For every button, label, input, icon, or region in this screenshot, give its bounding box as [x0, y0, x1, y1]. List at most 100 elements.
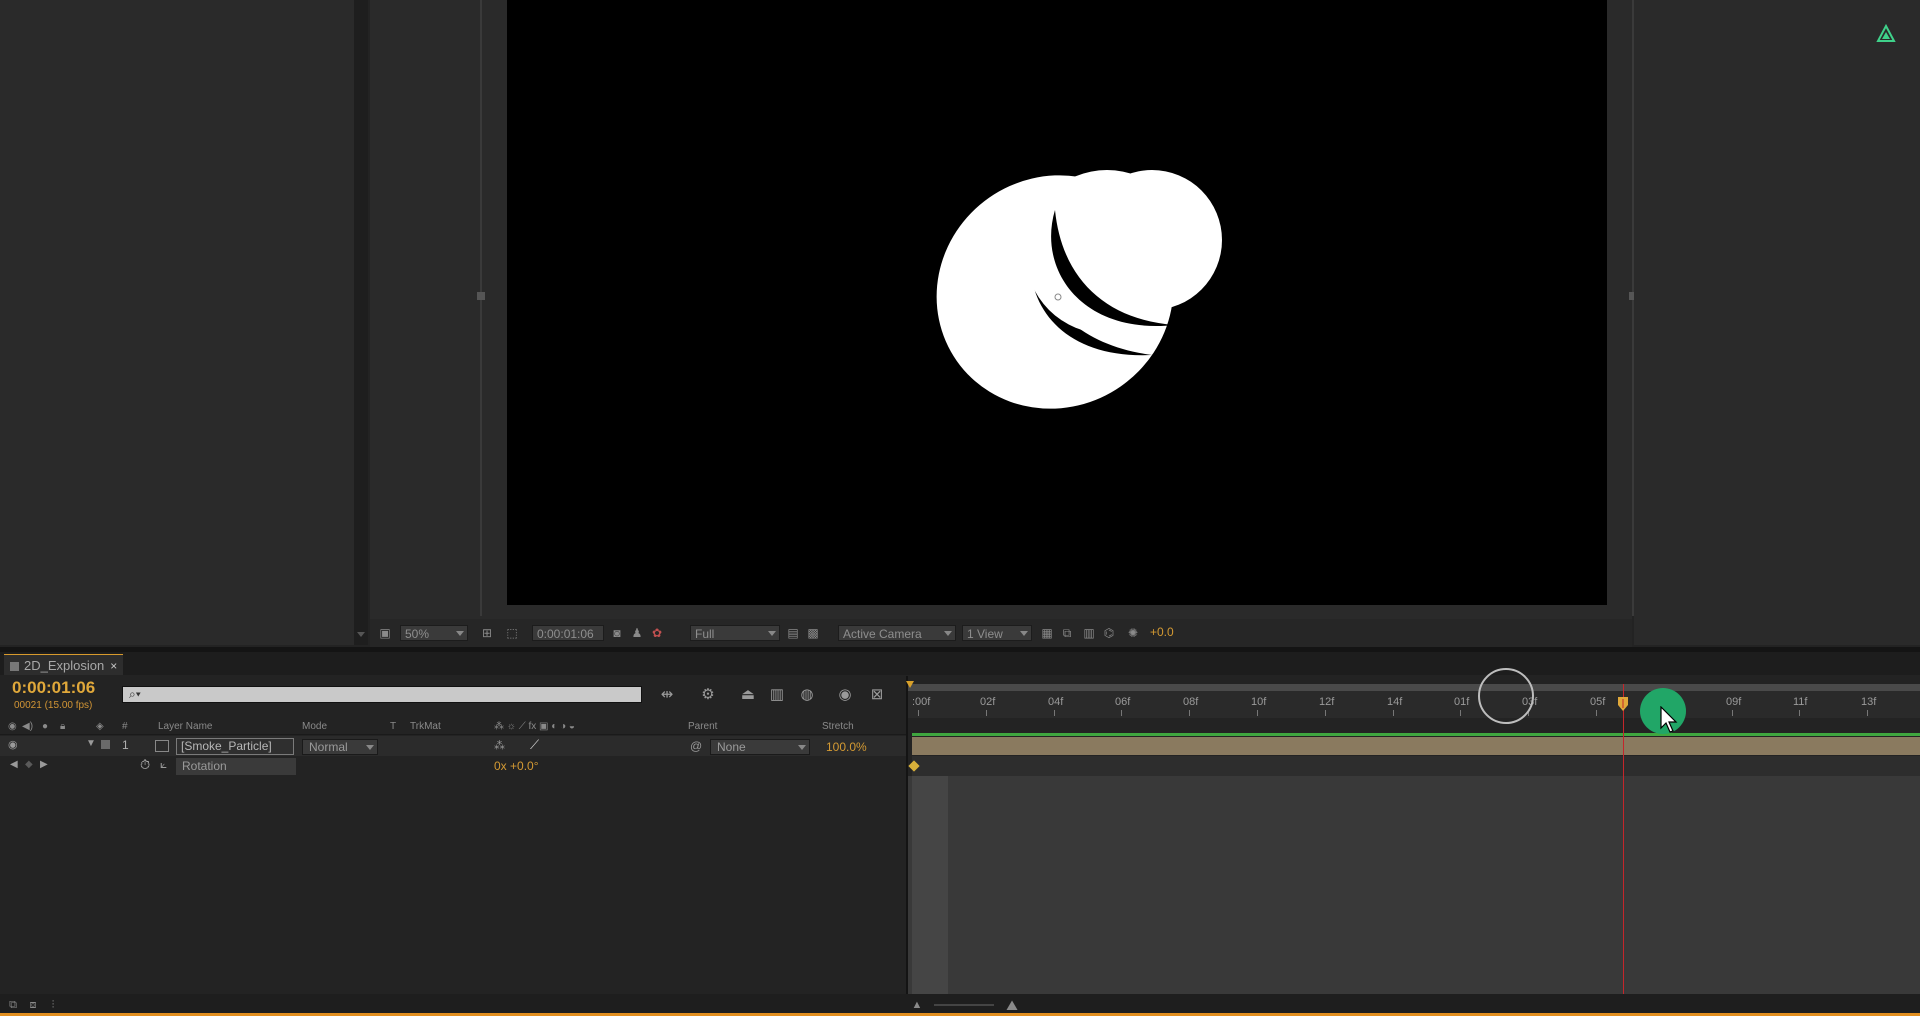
- current-time-display[interactable]: 0:00:01:06: [12, 678, 95, 698]
- timeline-toggle-icon[interactable]: ▥: [1082, 626, 1096, 640]
- quality-switch-icon[interactable]: ⟋: [530, 737, 539, 753]
- ruler-tick: [1325, 710, 1326, 716]
- add-keyframe-icon[interactable]: ◆: [25, 759, 33, 770]
- alert-triangle-icon: [1876, 24, 1896, 42]
- eye-icon[interactable]: ◉: [8, 721, 17, 732]
- header-divider: [0, 734, 906, 735]
- hide-shy-layers-icon[interactable]: ⏏: [737, 685, 759, 705]
- ruler-tick: [1121, 710, 1122, 716]
- project-scrollbar[interactable]: [354, 0, 368, 645]
- playhead-marker[interactable]: [1617, 697, 1629, 711]
- zoom-out-icon[interactable]: ▲: [910, 998, 924, 1012]
- zoom-slider[interactable]: [934, 1004, 994, 1006]
- layer-duration-bar[interactable]: [912, 737, 1920, 755]
- layer-search-input[interactable]: ⌕▾: [122, 686, 642, 703]
- rotation-property-label[interactable]: Rotation: [176, 758, 296, 775]
- region-of-interest-icon[interactable]: ⬚: [505, 626, 519, 640]
- resolution-dropdown[interactable]: Full: [690, 625, 780, 641]
- blend-mode-dropdown[interactable]: Normal: [302, 739, 378, 755]
- layer-visibility-eye-icon[interactable]: ◉: [8, 738, 18, 751]
- scroll-down-arrow-icon[interactable]: [357, 632, 365, 637]
- camera-view-value: Active Camera: [843, 627, 922, 641]
- viewer-footer-toolbar: ▣ 50% ⊞ ⬚ 0:00:01:06 ◙ ♟ ✿ Full ▤ ▩ Acti…: [370, 619, 1632, 647]
- stopwatch-icon[interactable]: ⏱: [140, 757, 150, 773]
- camera-view-dropdown[interactable]: Active Camera: [838, 625, 956, 641]
- parent-pickwhip-icon[interactable]: @: [690, 739, 702, 753]
- graph-editor-icon[interactable]: ◉: [834, 685, 856, 705]
- view-layout-value: 1 View: [967, 627, 1003, 641]
- stretch-value[interactable]: 100.0%: [826, 740, 867, 754]
- col-parent: Parent: [688, 721, 718, 732]
- magnification-dropdown[interactable]: 50%: [400, 625, 468, 641]
- col-mode: Mode: [302, 721, 328, 732]
- zoom-in-icon[interactable]: ⛰: [1005, 998, 1019, 1012]
- snapshot-camera-icon[interactable]: ◙: [610, 626, 624, 640]
- layer-expand-chevron-icon[interactable]: ▼: [86, 738, 96, 749]
- frame-blending-icon[interactable]: ▥: [766, 685, 788, 705]
- brainstorm-icon[interactable]: ⊠: [866, 685, 888, 705]
- toggle-pixel-aspect-icon[interactable]: ▦: [1040, 626, 1054, 640]
- layer-number: 1: [122, 738, 129, 752]
- view-layout-dropdown[interactable]: 1 View: [962, 625, 1032, 641]
- channel-rgb-icon[interactable]: ✿: [650, 626, 664, 640]
- graph-icon[interactable]: ⟀: [160, 757, 167, 772]
- ruler-tick-label: 12f: [1319, 696, 1335, 708]
- lock-icon[interactable]: 🔒︎: [60, 721, 65, 732]
- flowchart-icon[interactable]: ⌬: [1102, 626, 1116, 640]
- label-tag-icon[interactable]: ◈: [96, 721, 104, 732]
- exposure-value[interactable]: +0.0: [1150, 625, 1174, 639]
- rotation-value[interactable]: 0x +0.0°: [494, 759, 539, 773]
- property-track: [912, 756, 1920, 776]
- switches-header-icons: ⁂ ☼ ⟋ fx ▣ ◐ ◑ ◒: [494, 721, 575, 732]
- col-hash: #: [122, 721, 128, 732]
- parent-dropdown[interactable]: None: [710, 739, 810, 755]
- ruler-tick: [918, 710, 919, 716]
- ruler-tick: [986, 710, 987, 716]
- prev-keyframe-icon[interactable]: ◀: [10, 759, 18, 770]
- col-trkmat: TrkMat: [410, 721, 441, 732]
- col-layer-name[interactable]: Layer Name: [158, 721, 212, 732]
- ruler-tick: [1054, 710, 1055, 716]
- show-snapshot-icon[interactable]: ♟: [630, 626, 644, 640]
- current-time-field[interactable]: 0:00:01:06: [532, 625, 604, 641]
- reset-exposure-icon[interactable]: ✺: [1126, 626, 1140, 640]
- parent-value: None: [717, 740, 746, 754]
- in-out-toggle-icon[interactable]: ⫶: [46, 998, 60, 1012]
- ruler-tick-label: 06f: [1115, 696, 1131, 708]
- work-area-start-marker[interactable]: [905, 681, 915, 691]
- info-panel: [1634, 0, 1920, 645]
- always-preview-icon[interactable]: ▣: [378, 626, 392, 640]
- click-indicator-ring: [1478, 668, 1534, 724]
- layer-name-field[interactable]: [Smoke_Particle]: [176, 738, 294, 755]
- layer-label-color[interactable]: [101, 740, 110, 749]
- ruler-tick-label: 13f: [1861, 696, 1877, 708]
- viewer-left-handle[interactable]: [477, 292, 485, 300]
- solo-icon[interactable]: ●: [42, 721, 48, 732]
- ruler-tick: [1732, 710, 1733, 716]
- shy-switch-icon[interactable]: ⁂: [494, 739, 505, 752]
- composition-mini-flowchart-icon[interactable]: ⇹: [656, 685, 678, 705]
- ruler-tick-label: 14f: [1387, 696, 1403, 708]
- draft-3d-icon[interactable]: ⚙: [697, 685, 719, 705]
- safe-margins-icon[interactable]: ⊞: [480, 626, 494, 640]
- transfer-controls-toggle-icon[interactable]: ⧈: [26, 998, 40, 1012]
- close-tab-icon[interactable]: ×: [110, 659, 117, 673]
- layer-switches-toggle-icon[interactable]: ⧉: [6, 998, 20, 1012]
- timeline-tab-bar: [0, 652, 1920, 675]
- ruler-tick: [1867, 710, 1868, 716]
- precomp-layer-icon: [155, 740, 169, 752]
- smoke-particle-shape: [936, 170, 1222, 409]
- motion-blur-icon[interactable]: ◍: [796, 685, 818, 705]
- ruler-tick-label: 02f: [980, 696, 996, 708]
- transparency-grid-icon[interactable]: ▩: [806, 626, 820, 640]
- work-area-bar[interactable]: [908, 684, 1920, 691]
- speaker-icon[interactable]: ◀): [22, 721, 33, 732]
- fast-preview-toggle-icon[interactable]: ⧉: [1060, 626, 1074, 640]
- ruler-tick-label: 10f: [1251, 696, 1267, 708]
- fast-previews-icon[interactable]: ▤: [786, 626, 800, 640]
- comp-canvas[interactable]: [507, 0, 1607, 605]
- timeline-empty-area: [908, 776, 1920, 994]
- tab-2d-explosion[interactable]: 2D_Explosion ×: [4, 654, 124, 675]
- next-keyframe-icon[interactable]: ▶: [40, 759, 48, 770]
- col-t: T: [390, 721, 397, 732]
